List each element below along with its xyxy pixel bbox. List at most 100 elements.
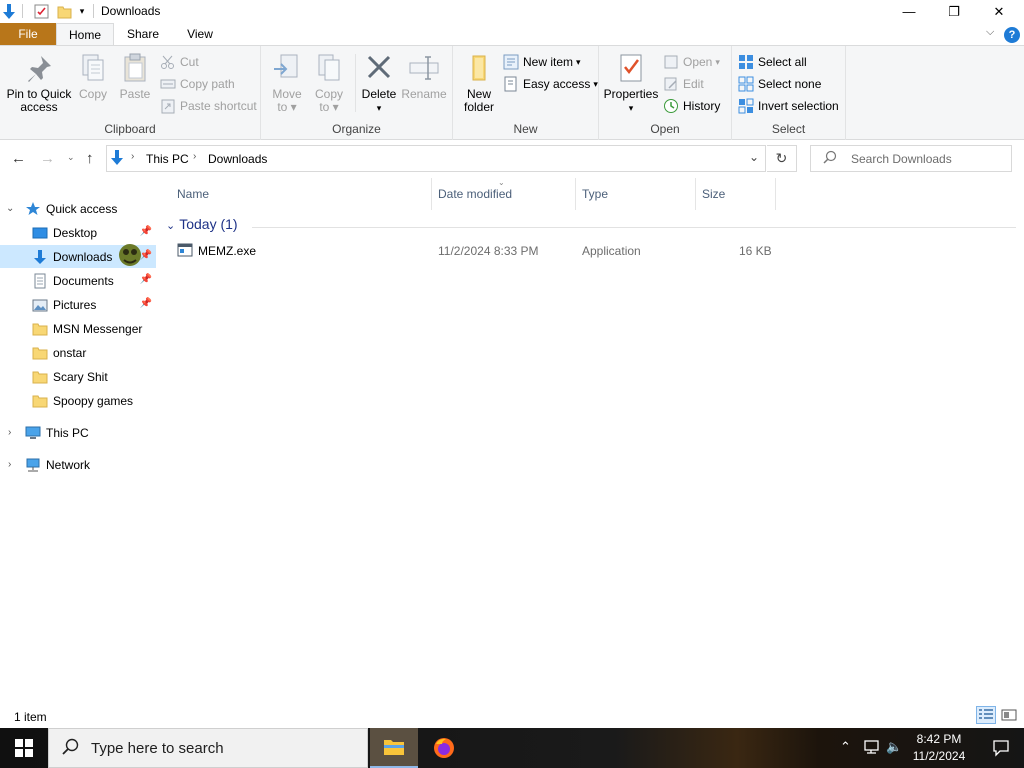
cut-button[interactable]: Cut — [160, 52, 199, 72]
column-header-size[interactable]: Size — [696, 178, 776, 210]
column-header-type[interactable]: Type — [576, 178, 696, 210]
show-hidden-icons-icon[interactable]: ⌃ — [840, 739, 851, 755]
properties-quick-icon[interactable] — [32, 3, 50, 20]
new-folder-button[interactable]: New folder — [457, 52, 501, 114]
nav-network[interactable]: Network — [0, 453, 156, 476]
address-bar[interactable]: › This PC › Downloads ⌄ — [106, 145, 766, 172]
nav-item-documents[interactable]: Documents 📌 — [0, 269, 156, 292]
copy-to-line1: Copy — [314, 87, 343, 101]
easy-access-button[interactable]: Easy access ▾ — [503, 74, 598, 94]
copy-to-button[interactable]: Copy to ▾ — [309, 52, 349, 114]
tab-share[interactable]: Share — [114, 23, 172, 46]
pin-icon[interactable]: 📌 — [140, 226, 152, 237]
breadcrumb-chevron-icon[interactable]: › — [193, 151, 196, 162]
search-placeholder: Search Downloads — [851, 152, 952, 166]
large-icons-view-icon — [1001, 709, 1017, 721]
network-status-icon[interactable] — [863, 739, 881, 758]
invert-selection-button[interactable]: Invert selection — [738, 96, 839, 116]
new-folder-quick-icon[interactable] — [55, 3, 73, 20]
history-button[interactable]: History — [663, 96, 720, 116]
collapse-chevron-icon: ⌄ — [166, 220, 176, 232]
download-arrow-icon — [32, 249, 48, 265]
nav-item-msn-messenger[interactable]: MSN Messenger — [0, 317, 156, 340]
group-header-label: Today (1) — [179, 216, 238, 232]
recent-locations-icon[interactable]: ⌄ — [67, 152, 75, 163]
nav-item-pictures[interactable]: Pictures 📌 — [0, 293, 156, 316]
breadcrumb-this-pc[interactable]: This PC — [146, 152, 189, 166]
refresh-button[interactable]: ↻ — [767, 145, 797, 172]
help-icon[interactable]: ? — [1004, 27, 1020, 43]
open-button[interactable]: Open ▾ — [663, 52, 720, 72]
nav-item-label: Downloads — [53, 249, 113, 264]
volume-icon[interactable]: 🔈 — [886, 739, 902, 755]
column-header-date-modified[interactable]: Date modified ⌄ — [432, 178, 576, 210]
address-dropdown-icon[interactable]: ⌄ — [749, 150, 759, 164]
copy-button[interactable]: Copy — [74, 52, 112, 101]
tab-file[interactable]: File — [0, 23, 56, 46]
delete-x-icon — [363, 52, 395, 84]
nav-this-pc[interactable]: This PC — [0, 421, 156, 444]
pin-to-quick-access-button[interactable]: Pin to Quick access — [4, 52, 74, 114]
action-center-button[interactable] — [978, 728, 1024, 768]
select-all-button[interactable]: Select all — [738, 52, 807, 72]
paste-button[interactable]: Paste — [116, 52, 154, 101]
delete-button[interactable]: Delete ▾ — [359, 52, 399, 115]
start-button[interactable] — [0, 728, 48, 768]
properties-button[interactable]: Properties ▾ — [603, 52, 659, 115]
edit-button[interactable]: Edit — [663, 74, 704, 94]
nav-item-downloads[interactable]: Downloads 📌 — [0, 244, 156, 268]
group-divider — [252, 227, 1016, 228]
folder-icon — [32, 369, 48, 385]
copy-icon — [77, 52, 109, 84]
copy-to-line2: to — [319, 100, 330, 114]
select-none-button[interactable]: Select none — [738, 74, 821, 94]
pin-icon[interactable]: 📌 — [140, 298, 152, 309]
pin-icon[interactable]: 📌 — [140, 250, 152, 261]
taskbar-firefox[interactable] — [420, 728, 468, 768]
history-label: History — [683, 99, 721, 113]
large-icons-view-button[interactable] — [999, 706, 1019, 724]
move-to-button[interactable]: Move to ▾ — [267, 52, 307, 114]
nav-item-scary-shit[interactable]: Scary Shit — [0, 365, 156, 388]
clock[interactable]: 8:42 PM 11/2/2024 — [904, 731, 974, 765]
star-icon — [25, 201, 41, 217]
new-item-button[interactable]: New item ▾ — [503, 52, 581, 72]
details-view-button[interactable] — [976, 706, 996, 724]
nav-item-onstar[interactable]: onstar — [0, 341, 156, 364]
taskbar-file-explorer[interactable] — [370, 728, 418, 768]
rename-button[interactable]: Rename — [401, 52, 447, 101]
title-bar: ▾ Downloads — ❐ ✕ — [0, 0, 1024, 23]
rename-label: Rename — [401, 87, 447, 101]
column-header-name[interactable]: Name — [171, 178, 432, 210]
file-type: Application — [582, 244, 641, 258]
paste-shortcut-label: Paste shortcut — [180, 99, 257, 113]
tab-view[interactable]: View — [172, 23, 228, 46]
breadcrumb-chevron-icon[interactable]: › — [131, 151, 134, 162]
ribbon-tabs: File Home Share View ⌵ ? — [0, 23, 1024, 46]
copy-path-button[interactable]: Copy path — [160, 74, 235, 94]
close-button[interactable]: ✕ — [976, 0, 1022, 23]
pin-icon[interactable]: 📌 — [140, 274, 152, 285]
tab-home[interactable]: Home — [56, 23, 114, 46]
up-arrow-icon[interactable]: ↑ — [86, 150, 94, 167]
paste-shortcut-button[interactable]: Paste shortcut — [160, 96, 257, 116]
nav-quick-access[interactable]: Quick access — [0, 197, 156, 220]
forward-arrow-icon[interactable]: → — [40, 150, 55, 167]
taskbar-search-box[interactable]: Type here to search — [48, 728, 368, 768]
group-header-today[interactable]: ⌄ Today (1) — [166, 216, 238, 232]
search-input[interactable]: Search Downloads — [810, 145, 1012, 172]
restore-button[interactable]: ❐ — [931, 0, 977, 23]
minimize-button[interactable]: — — [886, 0, 932, 23]
easy-access-label: Easy access — [523, 77, 591, 91]
table-row[interactable]: MEMZ.exe 11/2/2024 8:33 PM Application 1… — [171, 238, 776, 262]
back-arrow-icon[interactable]: ← — [11, 150, 26, 167]
nav-item-label: Spoopy games — [53, 393, 134, 408]
new-folder-icon — [463, 52, 495, 84]
search-icon — [823, 150, 837, 167]
expand-ribbon-icon[interactable]: ⌵ — [986, 26, 994, 39]
breadcrumb-downloads[interactable]: Downloads — [208, 152, 267, 166]
nav-item-spoopy-games[interactable]: Spoopy games — [0, 389, 156, 412]
nav-item-label: Scary Shit — [53, 369, 108, 384]
nav-quick-access-label: Quick access — [46, 201, 118, 216]
customize-quick-access-icon[interactable]: ▾ — [76, 3, 88, 20]
